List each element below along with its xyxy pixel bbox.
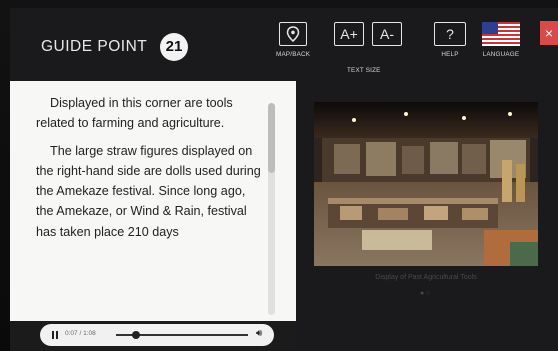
close-button[interactable]: × bbox=[540, 21, 558, 45]
map-back-button[interactable]: MAP/BACK bbox=[276, 22, 310, 58]
description-panel: Displayed in this corner are tools relat… bbox=[10, 81, 296, 321]
header: GUIDE POINT 21 MAP/BACK A+ A- TEXT SIZE … bbox=[10, 8, 558, 82]
help-label: HELP bbox=[441, 51, 459, 58]
language-button[interactable]: LANGUAGE bbox=[482, 22, 520, 58]
help-icon: ? bbox=[434, 22, 466, 46]
audio-time: 0:07 / 1:08 bbox=[65, 330, 96, 337]
text-size-decrease-button[interactable]: A- bbox=[372, 22, 402, 46]
help-button[interactable]: ? HELP bbox=[434, 22, 466, 58]
scrollbar-thumb[interactable] bbox=[268, 103, 275, 173]
us-flag-icon bbox=[482, 22, 520, 46]
audio-progress-knob[interactable] bbox=[131, 331, 140, 339]
guide-point-number-badge: 21 bbox=[160, 33, 188, 61]
text-size-decrease-icon: A- bbox=[372, 22, 402, 46]
map-pin-icon bbox=[279, 22, 308, 46]
audio-player: 0:07 / 1:08 🔊︎ bbox=[40, 324, 274, 346]
exhibit-photo[interactable] bbox=[314, 102, 538, 266]
text-size-increase-button[interactable]: A+ bbox=[334, 22, 364, 46]
page-title: GUIDE POINT bbox=[41, 38, 148, 55]
description-text: Displayed in this corner are tools relat… bbox=[36, 93, 264, 249]
volume-icon[interactable]: 🔊︎ bbox=[256, 328, 262, 339]
gallery-pagination-dots[interactable]: ● ○ bbox=[420, 290, 430, 297]
language-label: LANGUAGE bbox=[482, 51, 520, 58]
photo-caption: Display of Past Agricultural Tools bbox=[375, 274, 477, 281]
description-paragraph-2: The large straw figures displayed on the… bbox=[36, 143, 261, 239]
text-size-label: TEXT SIZE bbox=[347, 67, 381, 74]
map-back-label: MAP/BACK bbox=[276, 51, 311, 58]
description-paragraph-1: Displayed in this corner are tools relat… bbox=[36, 96, 233, 131]
text-size-increase-icon: A+ bbox=[334, 22, 364, 46]
pause-icon[interactable] bbox=[52, 331, 58, 339]
guide-screen: GUIDE POINT 21 MAP/BACK A+ A- TEXT SIZE … bbox=[10, 8, 558, 351]
